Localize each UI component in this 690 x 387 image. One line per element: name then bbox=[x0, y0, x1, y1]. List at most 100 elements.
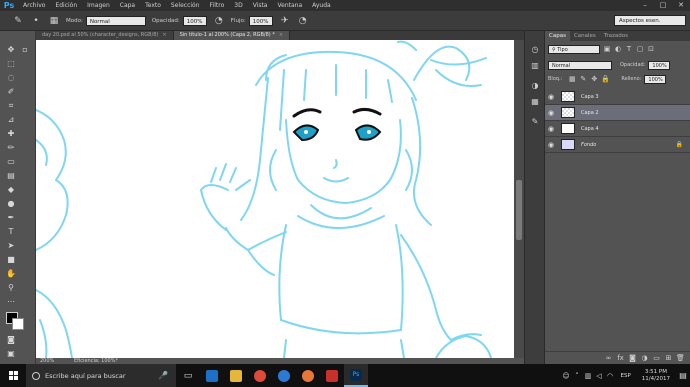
close-button[interactable]: ✕ bbox=[672, 0, 690, 11]
task-view-icon[interactable]: ▭ bbox=[176, 364, 200, 387]
chrome-icon[interactable] bbox=[248, 364, 272, 387]
new-group-icon[interactable]: ▭ bbox=[652, 354, 661, 362]
close-icon[interactable]: × bbox=[162, 32, 166, 38]
filter-pixel-icon[interactable]: ▣ bbox=[603, 45, 611, 53]
brush-panel-icon[interactable]: ▦ bbox=[48, 15, 60, 27]
type-tool-icon[interactable]: T bbox=[6, 227, 16, 237]
fill-field[interactable]: 100% bbox=[644, 74, 667, 84]
history-icon[interactable]: ◷ bbox=[530, 45, 540, 55]
app-icon-red[interactable] bbox=[320, 364, 344, 387]
tab-canales[interactable]: Canales bbox=[570, 31, 600, 41]
crop-tool-icon[interactable]: ⌗ bbox=[6, 101, 16, 111]
menu-seleccion[interactable]: Selección bbox=[166, 0, 205, 11]
taskbar-clock[interactable]: 3:51 PM 11/4/2017 bbox=[642, 369, 670, 383]
layer-style-icon[interactable]: fx bbox=[616, 354, 625, 362]
brush-preset-icon[interactable]: • bbox=[30, 15, 42, 27]
lock-position-icon[interactable]: ✥ bbox=[590, 75, 598, 83]
language-indicator[interactable]: ESP bbox=[621, 373, 631, 379]
layer-row-capa-2[interactable]: ◉ Capa 2 bbox=[545, 105, 690, 121]
brush-settings-icon[interactable]: ✎ bbox=[530, 117, 540, 127]
layer-opacity-field[interactable]: 100% bbox=[648, 60, 671, 70]
notification-icon[interactable]: ▤ bbox=[676, 371, 690, 380]
network-icon[interactable]: ▥ bbox=[583, 372, 594, 380]
delete-layer-icon[interactable]: 🗑 bbox=[676, 354, 685, 362]
pen-tool-icon[interactable]: ✒ bbox=[6, 213, 16, 223]
edge-icon[interactable] bbox=[272, 364, 296, 387]
menu-capa[interactable]: Capa bbox=[115, 0, 140, 11]
tab-capas[interactable]: Capas bbox=[545, 31, 570, 41]
tab-day20[interactable]: day 20.psd al 50% (character_designs, RG… bbox=[36, 31, 174, 40]
mode-select[interactable]: Normal bbox=[85, 15, 146, 26]
lock-transparent-icon[interactable]: ▦ bbox=[568, 75, 576, 83]
menu-edicion[interactable]: Edición bbox=[50, 0, 82, 11]
photoshop-taskbar-icon[interactable]: Ps bbox=[344, 364, 368, 387]
workspace-select[interactable]: Aspectos esen. bbox=[614, 15, 686, 26]
people-icon[interactable]: ☺ bbox=[561, 372, 572, 380]
menu-archivo[interactable]: Archivo bbox=[18, 0, 50, 11]
gradient-tool-icon[interactable]: ▤ bbox=[6, 171, 16, 181]
close-icon[interactable]: × bbox=[279, 32, 283, 38]
quick-select-tool-icon[interactable]: ✐ bbox=[6, 87, 16, 97]
healing-tool-icon[interactable]: ✚ bbox=[6, 129, 16, 139]
quick-mask-icon[interactable]: ◙ bbox=[6, 335, 16, 345]
more-tools-icon[interactable]: ⋯ bbox=[6, 297, 16, 307]
path-select-tool-icon[interactable]: ➤ bbox=[6, 241, 16, 251]
pressure-opacity-icon[interactable]: ◔ bbox=[213, 15, 225, 27]
menu-ayuda[interactable]: Ayuda bbox=[307, 0, 336, 11]
scroll-thumb[interactable] bbox=[516, 180, 522, 240]
lock-all-icon[interactable]: 🔒 bbox=[601, 75, 610, 83]
eyedropper-tool-icon[interactable]: ⊿ bbox=[6, 115, 16, 125]
layer-row-capa-3[interactable]: ◉ Capa 3 bbox=[545, 89, 690, 105]
menu-imagen[interactable]: Imagen bbox=[82, 0, 115, 11]
shape-tool-icon[interactable]: ■ bbox=[6, 255, 16, 265]
airbrush-icon[interactable]: ✈ bbox=[279, 15, 291, 27]
document-canvas[interactable] bbox=[36, 40, 514, 358]
layer-row-fondo[interactable]: ◉ Fondo 🔒 bbox=[545, 137, 690, 153]
zoom-tool-icon[interactable]: ⚲ bbox=[6, 283, 16, 293]
brush-tool-icon[interactable]: ✎ bbox=[12, 15, 24, 27]
volume-icon[interactable]: ◁ bbox=[594, 372, 605, 380]
visibility-eye-icon[interactable]: ◉ bbox=[545, 125, 557, 133]
filter-shape-icon[interactable]: ▢ bbox=[636, 45, 644, 53]
file-explorer-icon[interactable] bbox=[224, 364, 248, 387]
app-icon-orange[interactable] bbox=[296, 364, 320, 387]
lock-image-icon[interactable]: ✎ bbox=[579, 75, 587, 83]
background-color-swatch[interactable] bbox=[12, 318, 24, 330]
microphone-icon[interactable]: 🎤 bbox=[158, 371, 168, 380]
tray-expand-icon[interactable]: ˄ bbox=[572, 372, 583, 380]
swatches-icon[interactable]: ▦ bbox=[530, 97, 540, 107]
visibility-eye-icon[interactable]: ◉ bbox=[545, 109, 557, 117]
adjustments-icon[interactable]: ◑ bbox=[530, 81, 540, 91]
add-mask-icon[interactable]: ◙ bbox=[628, 354, 637, 362]
pressure-size-icon[interactable]: ◔ bbox=[297, 15, 309, 27]
maximize-button[interactable]: □ bbox=[654, 0, 672, 11]
tab-sin-titulo[interactable]: Sin título-1 al 200% (Capa 2, RGB/8) * × bbox=[173, 31, 291, 40]
brush-tool-icon[interactable]: ✏ bbox=[6, 143, 16, 153]
lasso-tool-icon[interactable]: ◌ bbox=[6, 73, 16, 83]
visibility-eye-icon[interactable]: ◉ bbox=[545, 141, 557, 149]
dodge-tool-icon[interactable]: ● bbox=[6, 199, 16, 209]
store-icon[interactable] bbox=[200, 364, 224, 387]
menu-texto[interactable]: Texto bbox=[140, 0, 166, 11]
menu-3d[interactable]: 3D bbox=[229, 0, 247, 11]
link-layers-icon[interactable]: ∞ bbox=[604, 354, 613, 362]
properties-icon[interactable]: ▥ bbox=[530, 61, 540, 71]
visibility-eye-icon[interactable]: ◉ bbox=[545, 93, 557, 101]
menu-ventana[interactable]: Ventana bbox=[272, 0, 307, 11]
filter-type-icon[interactable]: T bbox=[625, 45, 633, 53]
tab-trazados[interactable]: Trazados bbox=[600, 31, 632, 41]
layer-filter-select[interactable]: ⚲ Tipo bbox=[548, 44, 600, 54]
flow-field[interactable]: 100% bbox=[248, 15, 273, 26]
start-button[interactable] bbox=[0, 364, 26, 387]
menu-filtro[interactable]: Filtro bbox=[205, 0, 230, 11]
layer-row-capa-4[interactable]: ◉ Capa 4 bbox=[545, 121, 690, 137]
menu-vista[interactable]: Vista bbox=[248, 0, 273, 11]
filter-adjust-icon[interactable]: ◐ bbox=[614, 45, 622, 53]
minimize-button[interactable]: – bbox=[636, 0, 654, 11]
opacity-field[interactable]: 100% bbox=[182, 15, 207, 26]
screen-mode-icon[interactable]: ▣ bbox=[6, 349, 16, 359]
filter-smart-icon[interactable]: ⊡ bbox=[647, 45, 655, 53]
artboard-tool-icon[interactable]: ▫ bbox=[20, 45, 30, 55]
blur-tool-icon[interactable]: ◆ bbox=[6, 185, 16, 195]
taskbar-search[interactable]: Escribe aquí para buscar 🎤 bbox=[26, 364, 176, 387]
